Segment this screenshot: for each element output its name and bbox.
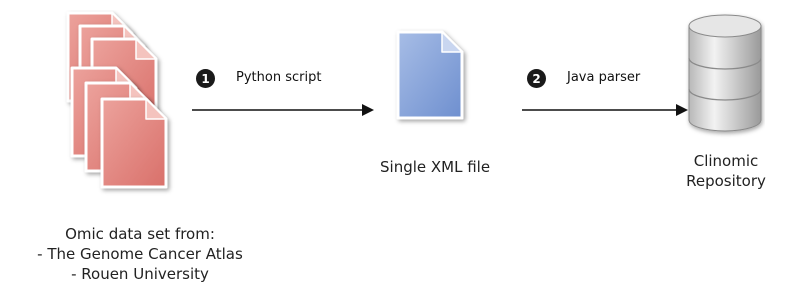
step-label-2: Java parser xyxy=(567,70,641,85)
source-line: Omic data set from: xyxy=(65,225,215,243)
source-line: - Rouen University xyxy=(71,265,209,283)
arrow-2 xyxy=(522,104,688,116)
database-icon xyxy=(688,14,762,132)
middle-label: Single XML file xyxy=(380,158,491,176)
step-label-1: Python script xyxy=(236,70,322,85)
step-badge-1: 1 xyxy=(196,69,215,88)
source-line: - The Genome Cancer Atlas xyxy=(37,245,243,263)
arrow-1 xyxy=(192,104,374,116)
target-line: Clinomic xyxy=(693,152,759,170)
document-stack-icon xyxy=(55,10,205,210)
step-badge-2: 2 xyxy=(527,69,546,88)
target-label: Clinomic Repository xyxy=(666,151,786,191)
source-caption: Omic data set from: - The Genome Cancer … xyxy=(0,224,280,284)
document-icon xyxy=(396,30,464,120)
target-line: Repository xyxy=(686,172,766,190)
